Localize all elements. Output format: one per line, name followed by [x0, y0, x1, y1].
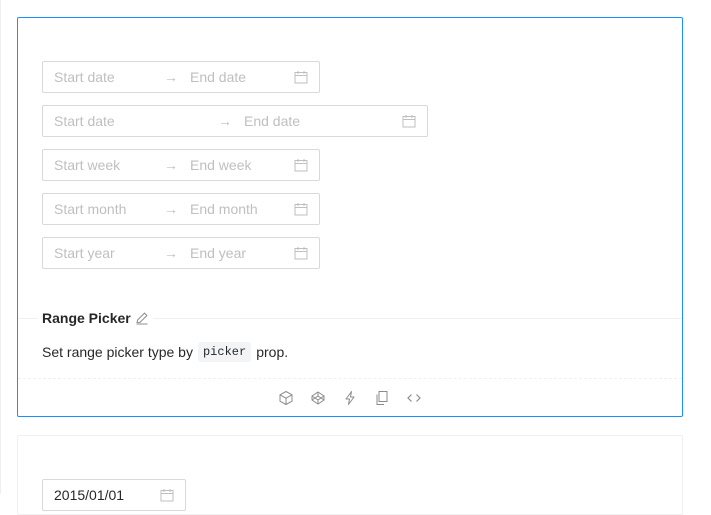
end-week-input[interactable]: End week [190, 157, 288, 173]
thunderbolt-icon[interactable] [342, 390, 358, 406]
end-year-input[interactable]: End year [190, 245, 288, 261]
demo-card-next: 2015/01/01 [17, 435, 683, 515]
calendar-icon [294, 203, 308, 216]
range-picker-month[interactable]: Start month → End month [42, 193, 320, 225]
left-divider [0, 0, 1, 494]
range-picker-year[interactable]: Start year → End year [42, 237, 320, 269]
range-picker-date-wide[interactable]: Start date → End date [42, 105, 428, 137]
calendar-icon [294, 247, 308, 260]
range-separator-arrow: → [218, 113, 232, 129]
description-text-before: Set range picker type by [42, 344, 193, 360]
codesandbox-icon[interactable] [278, 390, 294, 406]
end-date-input[interactable]: End date [244, 113, 396, 129]
range-picker-week[interactable]: Start week → End week [42, 149, 320, 181]
start-date-input[interactable]: Start date [54, 69, 152, 85]
codepen-icon[interactable] [310, 390, 326, 406]
date-input[interactable]: 2015/01/01 [54, 487, 160, 503]
end-date-input[interactable]: End date [190, 69, 288, 85]
range-separator-arrow: → [164, 69, 178, 85]
end-month-input[interactable]: End month [190, 201, 288, 217]
range-picker-date[interactable]: Start date → End date [42, 61, 320, 93]
calendar-icon [160, 489, 174, 502]
demo-actions [18, 388, 682, 408]
start-date-input[interactable]: Start date [54, 113, 206, 129]
calendar-icon [294, 71, 308, 84]
calendar-icon [294, 159, 308, 172]
demo-description: Set range picker type by picker prop. [42, 342, 288, 362]
start-week-input[interactable]: Start week [54, 157, 152, 173]
range-separator-arrow: → [164, 157, 178, 173]
calendar-icon [402, 115, 416, 128]
demo-title: Range Picker [38, 310, 153, 326]
description-code: picker [197, 342, 252, 362]
description-text-after: prop. [256, 344, 289, 360]
actions-divider [18, 378, 682, 379]
copy-icon[interactable] [374, 390, 390, 406]
range-separator-arrow: → [164, 201, 178, 217]
demo-title-text: Range Picker [42, 310, 131, 326]
code-icon[interactable] [406, 390, 422, 406]
start-year-input[interactable]: Start year [54, 245, 152, 261]
range-separator-arrow: → [164, 245, 178, 261]
demo-card-range-picker: Start date → End date Start date → End d… [17, 17, 683, 417]
edit-icon[interactable] [135, 311, 149, 325]
start-month-input[interactable]: Start month [54, 201, 152, 217]
date-picker[interactable]: 2015/01/01 [42, 479, 186, 511]
